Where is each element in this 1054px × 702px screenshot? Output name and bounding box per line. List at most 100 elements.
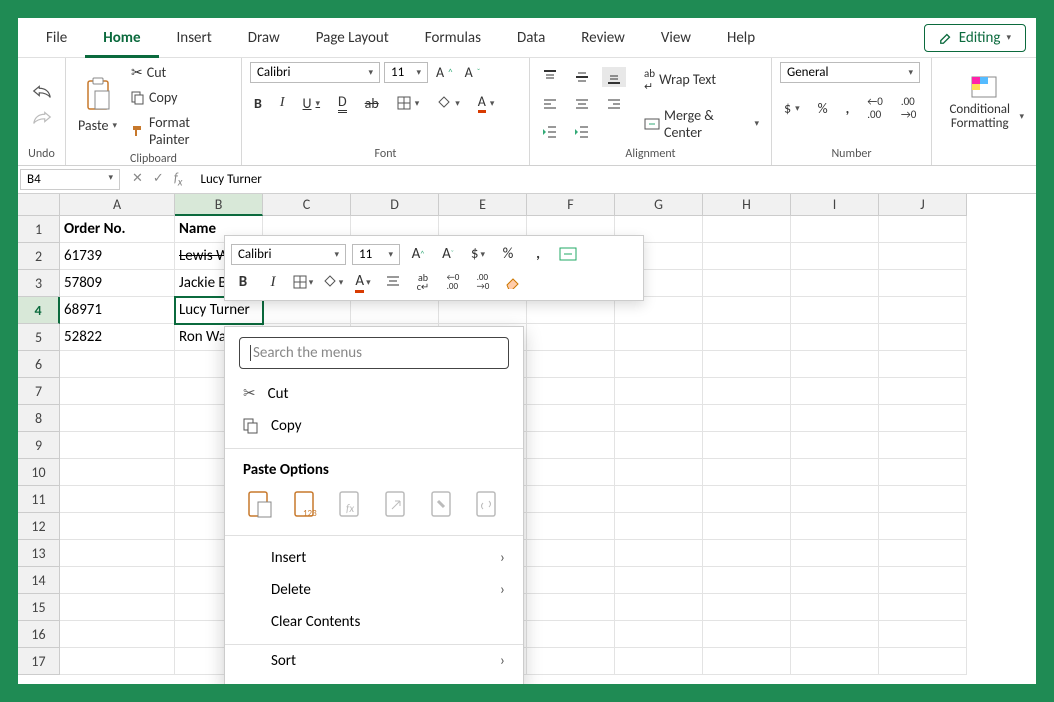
cell-G8[interactable] [615,405,703,432]
paste-formatting-button[interactable] [426,487,460,521]
cell-H9[interactable] [703,432,791,459]
paste-label[interactable]: Paste ▾ [74,115,121,136]
bold-button[interactable]: B [250,93,266,114]
mini-borders-button[interactable]: ▾ [291,270,315,294]
cell-F16[interactable] [527,621,615,648]
tab-help[interactable]: Help [709,18,773,58]
row-header-16[interactable]: 16 [18,621,60,648]
col-header-C[interactable]: C [263,194,351,216]
tab-draw[interactable]: Draw [230,18,298,58]
cell-J6[interactable] [879,351,967,378]
cell-J5[interactable] [879,324,967,351]
cell-E4[interactable] [439,297,527,324]
align-bottom-button[interactable] [602,67,626,87]
cell-A13[interactable] [60,540,175,567]
cell-F8[interactable] [527,405,615,432]
cell-A4[interactable]: 68971 [60,297,175,324]
cell-J8[interactable] [879,405,967,432]
cell-A16[interactable] [60,621,175,648]
cell-H4[interactable] [703,297,791,324]
tab-insert[interactable]: Insert [159,18,230,58]
mini-shrink-font-button[interactable]: Aˇ [436,242,460,266]
tab-home[interactable]: Home [85,18,158,58]
cell-H10[interactable] [703,459,791,486]
cut-button[interactable]: ✂Cut [127,62,233,83]
row-header-14[interactable]: 14 [18,567,60,594]
cell-F12[interactable] [527,513,615,540]
cell-A3[interactable]: 57809 [60,270,175,297]
mini-wrap-text-button[interactable]: abc↵ [411,270,435,294]
merge-center-button[interactable]: Merge & Center ▾ [640,105,763,143]
cell-G15[interactable] [615,594,703,621]
conditional-formatting-icon[interactable] [970,75,998,99]
decrease-decimal-button[interactable]: .00→0 [897,93,921,123]
row-header-1[interactable]: 1 [18,216,60,243]
mini-percent-button[interactable]: % [496,242,520,266]
row-header-12[interactable]: 12 [18,513,60,540]
cell-H2[interactable] [703,243,791,270]
cell-H1[interactable] [703,216,791,243]
undo-button[interactable] [31,83,53,99]
ctx-copy[interactable]: Copy [225,410,523,442]
ctx-clear-contents[interactable]: Clear Contents [225,606,523,638]
cell-H14[interactable] [703,567,791,594]
row-header-3[interactable]: 3 [18,270,60,297]
cell-J9[interactable] [879,432,967,459]
cell-H15[interactable] [703,594,791,621]
tab-review[interactable]: Review [563,18,643,58]
cell-A11[interactable] [60,486,175,513]
align-right-button[interactable] [602,95,626,115]
cell-J4[interactable] [879,297,967,324]
select-all-corner[interactable] [18,194,60,216]
cell-J14[interactable] [879,567,967,594]
font-size-select[interactable]: 11▾ [384,62,428,83]
cell-I17[interactable] [791,648,879,675]
ctx-insert[interactable]: Insert› [225,542,523,574]
ctx-delete[interactable]: Delete› [225,574,523,606]
mini-fill-color-button[interactable]: ▾ [321,270,345,294]
row-header-15[interactable]: 15 [18,594,60,621]
cell-H16[interactable] [703,621,791,648]
cell-H6[interactable] [703,351,791,378]
col-header-I[interactable]: I [791,194,879,216]
double-underline-button[interactable]: D [334,91,351,115]
cell-G16[interactable] [615,621,703,648]
align-center-button[interactable] [570,95,594,115]
cell-F11[interactable] [527,486,615,513]
italic-button[interactable]: I [276,93,289,113]
cell-I9[interactable] [791,432,879,459]
cell-J7[interactable] [879,378,967,405]
cell-F4[interactable] [527,297,615,324]
row-header-2[interactable]: 2 [18,243,60,270]
cell-I2[interactable] [791,243,879,270]
redo-button[interactable] [31,109,53,125]
cell-G11[interactable] [615,486,703,513]
mini-grow-font-button[interactable]: A^ [406,242,430,266]
mini-currency-button[interactable]: $▾ [466,242,490,266]
cell-H17[interactable] [703,648,791,675]
cell-A5[interactable]: 52822 [60,324,175,351]
cell-A6[interactable] [60,351,175,378]
paste-formulas-button[interactable]: fx [334,487,368,521]
copy-button[interactable]: Copy [127,87,233,108]
cell-H7[interactable] [703,378,791,405]
cell-G10[interactable] [615,459,703,486]
cell-F10[interactable] [527,459,615,486]
cell-G9[interactable] [615,432,703,459]
cell-J15[interactable] [879,594,967,621]
mini-align-center-button[interactable] [381,270,405,294]
cell-A14[interactable] [60,567,175,594]
number-format-select[interactable]: General▾ [780,62,920,83]
row-header-13[interactable]: 13 [18,540,60,567]
cell-H5[interactable] [703,324,791,351]
align-top-button[interactable] [538,67,562,87]
paste-link-button[interactable] [471,487,505,521]
cell-H12[interactable] [703,513,791,540]
col-header-H[interactable]: H [703,194,791,216]
paste-button[interactable] [83,77,113,113]
tab-view[interactable]: View [643,18,709,58]
cell-A17[interactable] [60,648,175,675]
percent-button[interactable]: % [814,98,832,119]
format-painter-button[interactable]: Format Painter [127,112,233,150]
underline-button[interactable]: U ▾ [299,93,325,114]
